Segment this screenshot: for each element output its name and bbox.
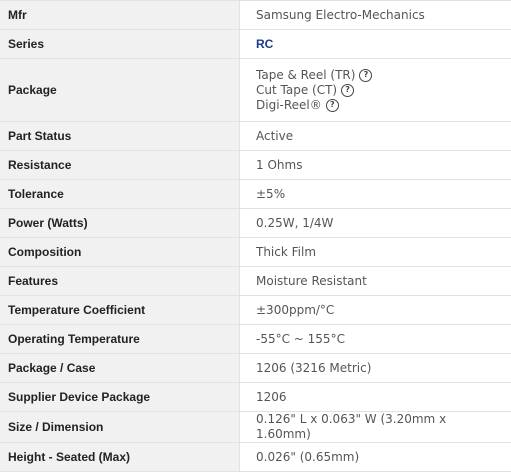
row-temperature-coefficient: Temperature Coefficient ±300ppm/°C <box>0 295 511 325</box>
row-part-status: Part Status Active <box>0 121 511 151</box>
row-features: Features Moisture Resistant <box>0 266 511 296</box>
package-options: Tape & Reel (TR) ? Cut Tape (CT) ? Digi-… <box>239 58 511 122</box>
attribute-value: ±300ppm/°C <box>239 295 511 325</box>
row-mfr: Mfr Samsung Electro-Mechanics <box>0 0 511 30</box>
attribute-label: Part Status <box>0 121 240 151</box>
attribute-label: Size / Dimension <box>0 411 240 443</box>
question-circle-icon[interactable]: ? <box>341 83 355 97</box>
package-option: Tape & Reel (TR) ? <box>256 68 503 83</box>
row-size-dimension: Size / Dimension 0.126" L x 0.063" W (3.… <box>0 411 511 443</box>
attribute-label: Height - Seated (Max) <box>0 442 240 472</box>
attribute-value: Thick Film <box>239 237 511 267</box>
attribute-value: Moisture Resistant <box>239 266 511 296</box>
attribute-label: Operating Temperature <box>0 324 240 354</box>
row-operating-temperature: Operating Temperature -55°C ~ 155°C <box>0 324 511 354</box>
row-series: Series RC <box>0 29 511 59</box>
row-height-seated: Height - Seated (Max) 0.026" (0.65mm) <box>0 442 511 472</box>
package-option-label: Tape & Reel (TR) <box>256 67 356 82</box>
attribute-label: Features <box>0 266 240 296</box>
attribute-value: 0.026" (0.65mm) <box>239 442 511 472</box>
package-option: Cut Tape (CT) ? <box>256 83 503 98</box>
attribute-value: 0.25W, 1/4W <box>239 208 511 238</box>
attribute-value: ±5% <box>239 179 511 209</box>
attribute-label: Tolerance <box>0 179 240 209</box>
row-supplier-device-package: Supplier Device Package 1206 <box>0 382 511 412</box>
attribute-value: 1206 <box>239 382 511 412</box>
attribute-label: Temperature Coefficient <box>0 295 240 325</box>
package-option-label: Cut Tape (CT) <box>256 82 338 97</box>
package-option: Digi-Reel® ? <box>256 98 503 113</box>
row-composition: Composition Thick Film <box>0 237 511 267</box>
attribute-value: -55°C ~ 155°C <box>239 324 511 354</box>
attribute-label: Package <box>0 58 240 122</box>
attribute-value: 1 Ohms <box>239 150 511 180</box>
attribute-value: Active <box>239 121 511 151</box>
attribute-label: Series <box>0 29 240 59</box>
attribute-value: 1206 (3216 Metric) <box>239 353 511 383</box>
row-power: Power (Watts) 0.25W, 1/4W <box>0 208 511 238</box>
attribute-label: Supplier Device Package <box>0 382 240 412</box>
attribute-label: Mfr <box>0 0 240 30</box>
attribute-label: Package / Case <box>0 353 240 383</box>
question-circle-icon[interactable]: ? <box>359 68 373 82</box>
series-link[interactable]: RC <box>256 37 273 51</box>
row-resistance: Resistance 1 Ohms <box>0 150 511 180</box>
row-package-case: Package / Case 1206 (3216 Metric) <box>0 353 511 383</box>
attribute-value-cell: RC <box>239 29 511 59</box>
product-attributes-table: Mfr Samsung Electro-Mechanics Series RC … <box>0 0 511 472</box>
attribute-label: Composition <box>0 237 240 267</box>
row-tolerance: Tolerance ±5% <box>0 179 511 209</box>
package-option-label: Digi-Reel® <box>256 97 322 112</box>
attribute-value: Samsung Electro-Mechanics <box>239 0 511 30</box>
attribute-label: Resistance <box>0 150 240 180</box>
attribute-value: 0.126" L x 0.063" W (3.20mm x 1.60mm) <box>239 411 511 443</box>
row-package: Package Tape & Reel (TR) ? Cut Tape (CT)… <box>0 58 511 122</box>
attribute-label: Power (Watts) <box>0 208 240 238</box>
question-circle-icon[interactable]: ? <box>325 98 339 112</box>
